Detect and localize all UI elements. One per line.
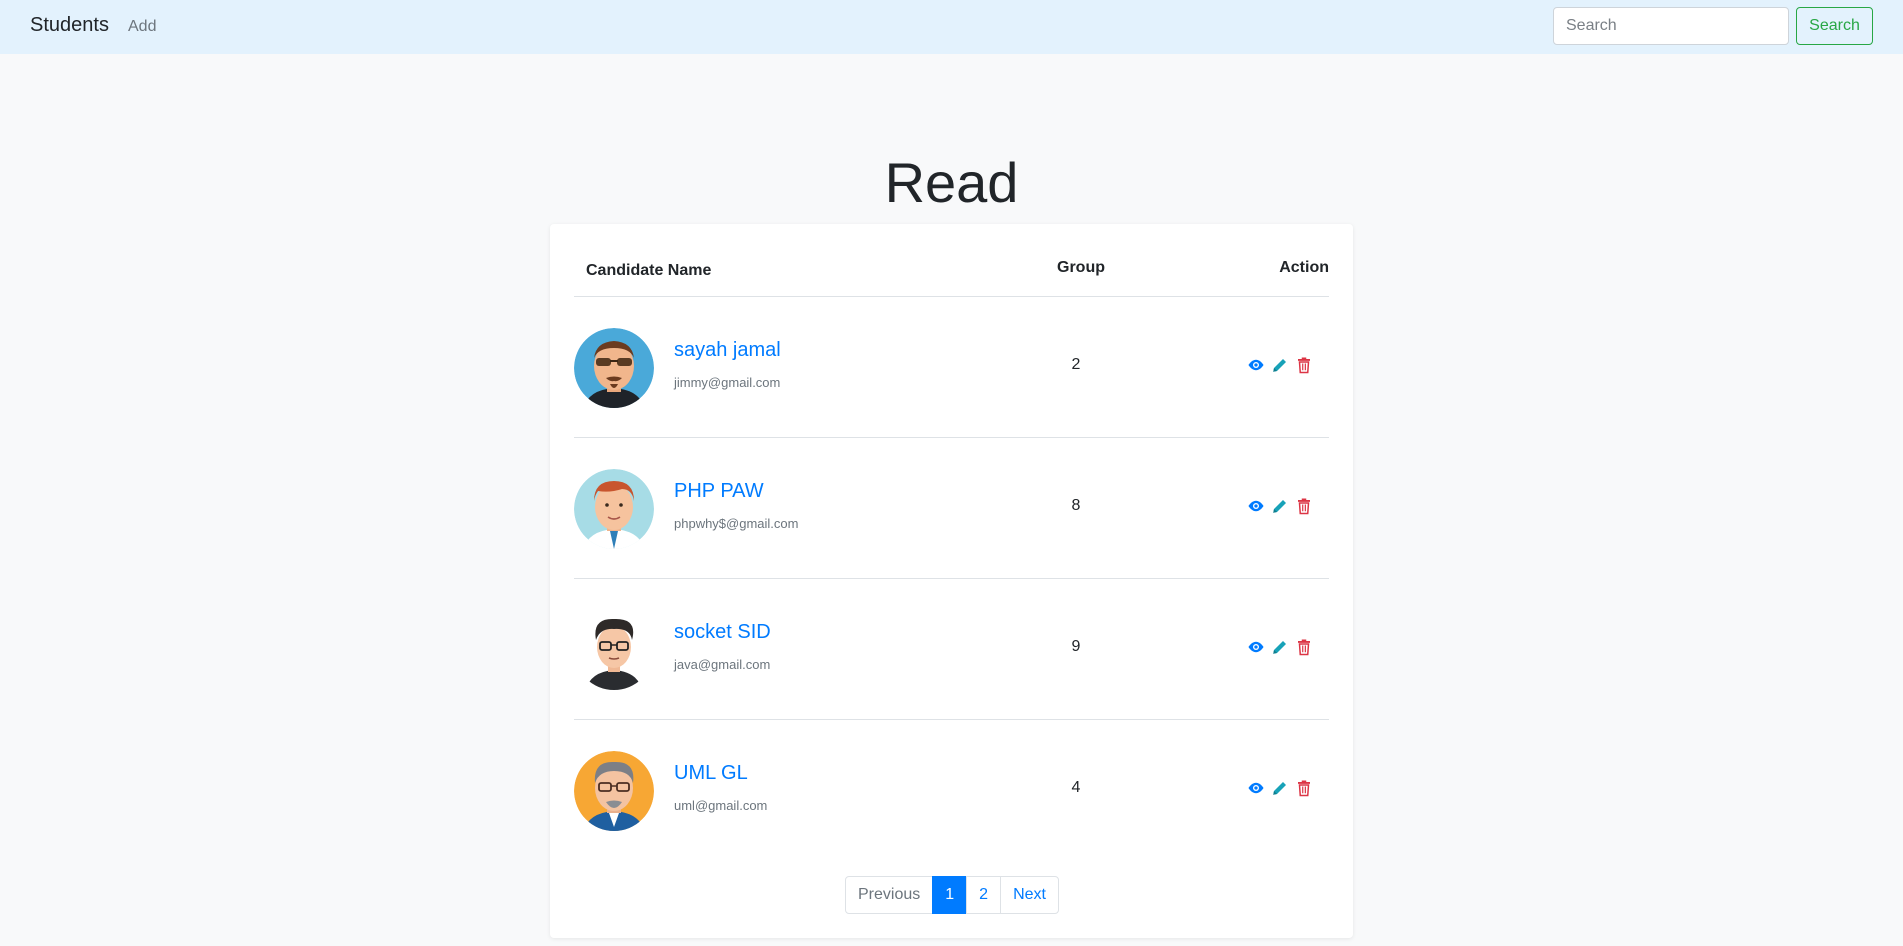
candidate-group: 9 (1071, 638, 1081, 655)
candidate-name-link[interactable]: sayah jamal (674, 339, 781, 362)
pagination: Previous 1 2 Next (845, 876, 1059, 914)
candidate-email: uml@gmail.com (674, 798, 768, 813)
pagination-page-2[interactable]: 2 (966, 876, 1002, 914)
eye-icon[interactable] (1247, 356, 1265, 374)
candidate-group: 8 (1071, 497, 1081, 514)
students-table-card: Candidate Name Group Action sayah jamal … (550, 224, 1353, 938)
candidate-name-link[interactable]: socket SID (674, 621, 771, 644)
pagination-next[interactable]: Next (1000, 876, 1059, 914)
pagination-page-1[interactable]: 1 (932, 876, 968, 914)
table-row: sayah jamal jimmy@gmail.com 2 (574, 297, 1329, 438)
header-action: Action (1279, 259, 1329, 276)
avatar-grayhair-man (574, 751, 654, 831)
navbar: Students Add Search (0, 0, 1903, 54)
candidate-email: java@gmail.com (674, 657, 771, 672)
table-row: socket SID java@gmail.com 9 (574, 579, 1329, 720)
candidate-email: phpwhy$@gmail.com (674, 516, 799, 531)
brand-link[interactable]: Students (30, 14, 109, 37)
row-actions (1247, 497, 1313, 515)
trash-icon[interactable] (1295, 356, 1313, 374)
candidate-name-link[interactable]: PHP PAW (674, 480, 764, 503)
avatar-redhair-man (574, 469, 654, 549)
candidate-group: 2 (1071, 356, 1081, 373)
row-actions (1247, 779, 1313, 797)
pencil-icon[interactable] (1271, 497, 1289, 515)
row-actions (1247, 356, 1313, 374)
avatar-sunglasses-man (574, 328, 654, 408)
search-button[interactable]: Search (1796, 7, 1873, 45)
eye-icon[interactable] (1247, 638, 1265, 656)
pencil-icon[interactable] (1271, 638, 1289, 656)
eye-icon[interactable] (1247, 779, 1265, 797)
table-row: UML GL uml@gmail.com 4 (574, 720, 1329, 861)
candidate-email: jimmy@gmail.com (674, 375, 781, 390)
pencil-icon[interactable] (1271, 779, 1289, 797)
eye-icon[interactable] (1247, 497, 1265, 515)
trash-icon[interactable] (1295, 497, 1313, 515)
header-candidate-name: Candidate Name (586, 262, 712, 279)
candidate-name-link[interactable]: UML GL (674, 762, 748, 785)
header-group: Group (1057, 259, 1105, 276)
avatar-glasses-man (574, 610, 654, 690)
add-link[interactable]: Add (128, 18, 156, 36)
candidate-group: 4 (1071, 779, 1081, 796)
page-title: Read (884, 151, 1019, 214)
pencil-icon[interactable] (1271, 356, 1289, 374)
search-input[interactable] (1553, 7, 1789, 45)
trash-icon[interactable] (1295, 638, 1313, 656)
pagination-previous[interactable]: Previous (845, 876, 934, 914)
row-actions (1247, 638, 1313, 656)
trash-icon[interactable] (1295, 779, 1313, 797)
table-row: PHP PAW phpwhy$@gmail.com 8 (574, 438, 1329, 579)
